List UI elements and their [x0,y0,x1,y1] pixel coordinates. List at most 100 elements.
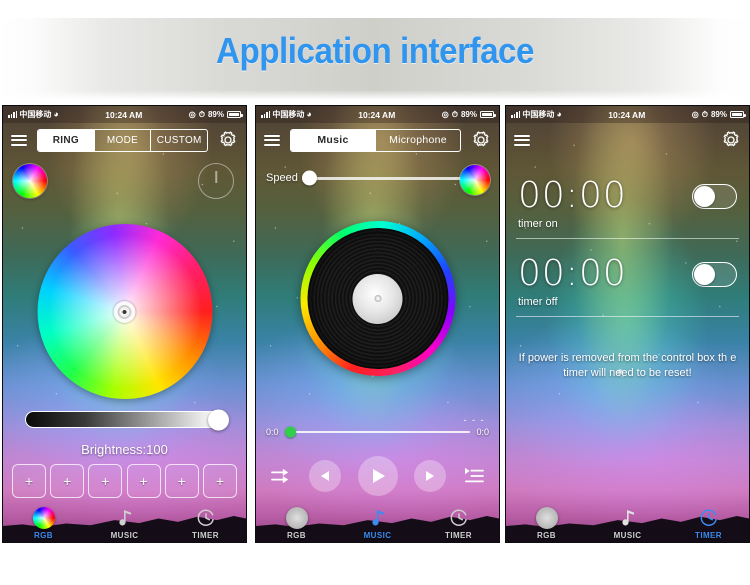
battery-icon [227,111,243,118]
tab-rgb[interactable]: RGB [512,506,582,540]
timer-off-value[interactable]: 00:00 [518,254,627,294]
playback-progress-slider[interactable] [284,426,471,438]
hamburger-menu-icon[interactable] [514,134,530,146]
stars-overlay [506,106,749,542]
location-icon: ◎ [691,110,699,119]
color-wheel-shortcut-icon[interactable] [460,165,490,195]
tab-music-source[interactable]: Music [291,129,375,151]
preset-add-button[interactable]: + [164,464,199,498]
status-bar-right: ◎ ⏱ 89% [188,110,243,120]
timer-on-label: timer on [518,218,558,230]
hamburger-menu-icon[interactable] [11,134,27,146]
gear-icon[interactable] [471,130,491,150]
rgb-color-wheel-icon [285,506,308,530]
location-icon: ◎ [188,110,196,119]
status-bar-left: 中国移动 ◕ [8,109,59,120]
tab-rgb-label: RGB [287,531,306,540]
next-track-icon [426,471,435,481]
hamburger-menu-icon[interactable] [264,134,280,146]
status-bar-right: ◎ ⏱ 89% [691,110,746,120]
status-bar: 中国移动 ◕ 10:24 AM ◎ ⏱ 89% [506,106,749,123]
divider [516,316,739,317]
page-title: Application interface [216,30,534,71]
timer-on-value[interactable]: 00:00 [518,176,627,216]
status-bar: 中国移动 ◕ 10:24 AM ◎ ⏱ 89% [3,106,246,123]
color-wheel-shortcut-icon[interactable] [13,164,47,198]
timer-off-toggle[interactable] [692,261,737,287]
tab-timer[interactable]: TIMER [674,506,744,540]
preset-add-button[interactable]: + [88,464,123,498]
timer-on-toggle[interactable] [692,183,737,209]
timer-clock-icon [449,506,469,530]
timer-clock-icon [196,506,216,530]
tab-ring[interactable]: RING [38,129,94,151]
preset-add-button[interactable]: + [50,464,85,498]
timer-clock-icon [699,506,719,530]
power-icon[interactable] [198,163,234,199]
phone-screen-rgb: 中国移动 ◕ 10:24 AM ◎ ⏱ 89% RING MODE CUSTOM [2,105,247,543]
battery-percent-label: 89% [710,110,727,119]
status-bar-clock: 10:24 AM [358,109,396,120]
tab-rgb[interactable]: RGB [262,506,332,540]
music-note-icon [116,506,134,530]
tab-timer-label: TIMER [695,531,722,540]
play-button[interactable] [357,456,398,496]
tab-music[interactable]: MUSIC [593,506,663,540]
previous-track-icon [320,471,329,481]
bottom-tab-bar: RGB MUSIC TIMER [3,500,246,542]
tab-mode[interactable]: MODE [93,129,151,151]
player-controls-row [256,454,499,498]
speed-slider[interactable] [301,170,474,186]
play-icon [373,469,385,483]
playback-progress-knob[interactable] [284,426,296,438]
status-bar-left: 中国移动 ◕ [511,109,562,120]
status-bar-right: ◎ ⏱ 89% [442,110,496,120]
tab-timer[interactable]: TIMER [424,506,494,540]
tab-custom[interactable]: CUSTOM [150,129,207,151]
status-bar: 中国移动 ◕ 10:24 AM ◎ ⏱ 89% [256,106,499,123]
tab-music[interactable]: MUSIC [343,506,413,540]
playlist-icon[interactable] [463,467,485,485]
next-track-button[interactable] [414,460,447,492]
gear-icon[interactable] [218,130,238,150]
bottom-tab-bar: RGB MUSIC TIMER [506,500,749,542]
status-bar-clock: 10:24 AM [608,109,646,120]
tab-timer-label: TIMER [192,531,219,540]
preset-add-button[interactable]: + [202,464,237,498]
speed-slider-knob[interactable] [301,170,317,186]
timer-on-block: 00:00 timer on [506,176,749,230]
source-segmented-control[interactable]: Music Microphone [290,128,461,152]
phone-screen-music: 中国移动 ◕ 10:24 AM ◎ ⏱ 89% Music Microphone [255,105,500,543]
color-wheel-picker[interactable] [37,224,212,399]
vinyl-record-icon[interactable] [300,221,455,376]
carrier-label: 中国移动 [522,110,555,119]
total-time-label: 0:0 [476,427,489,437]
gear-icon[interactable] [721,130,741,150]
color-wheel-knob[interactable] [113,300,136,323]
preset-buttons-row: + + + + + + [3,464,246,498]
battery-icon [480,111,496,118]
tab-music[interactable]: MUSIC [90,506,160,540]
music-note-icon [369,506,387,530]
timer-on-row: 00:00 [518,176,737,216]
preset-add-button[interactable]: + [12,464,46,498]
bottom-tab-bar: RGB MUSIC TIMER [256,500,499,542]
page-header-banner: Application interface [0,0,750,104]
tab-rgb[interactable]: RGB [9,506,79,540]
carrier-label: 中国移动 [272,110,305,119]
preset-add-button[interactable]: + [126,464,161,498]
shuffle-icon[interactable] [270,467,292,485]
previous-track-button[interactable] [308,460,341,492]
rgb-color-wheel-icon [535,506,558,530]
tab-timer[interactable]: TIMER [171,506,241,540]
phone-screenshots-row: 中国移动 ◕ 10:24 AM ◎ ⏱ 89% RING MODE CUSTOM [0,105,750,545]
brightness-slider-knob[interactable] [208,409,229,430]
carrier-label: 中国移动 [19,110,52,119]
top-navigation-bar: Music Microphone [256,123,499,157]
tab-microphone-source[interactable]: Microphone [375,129,460,151]
tab-rgb-label: RGB [537,531,556,540]
timer-warning-text: If power is removed from the control box… [518,352,737,379]
brightness-slider[interactable] [25,409,229,430]
mode-segmented-control[interactable]: RING MODE CUSTOM [37,128,208,152]
vinyl-grooves [307,228,448,369]
